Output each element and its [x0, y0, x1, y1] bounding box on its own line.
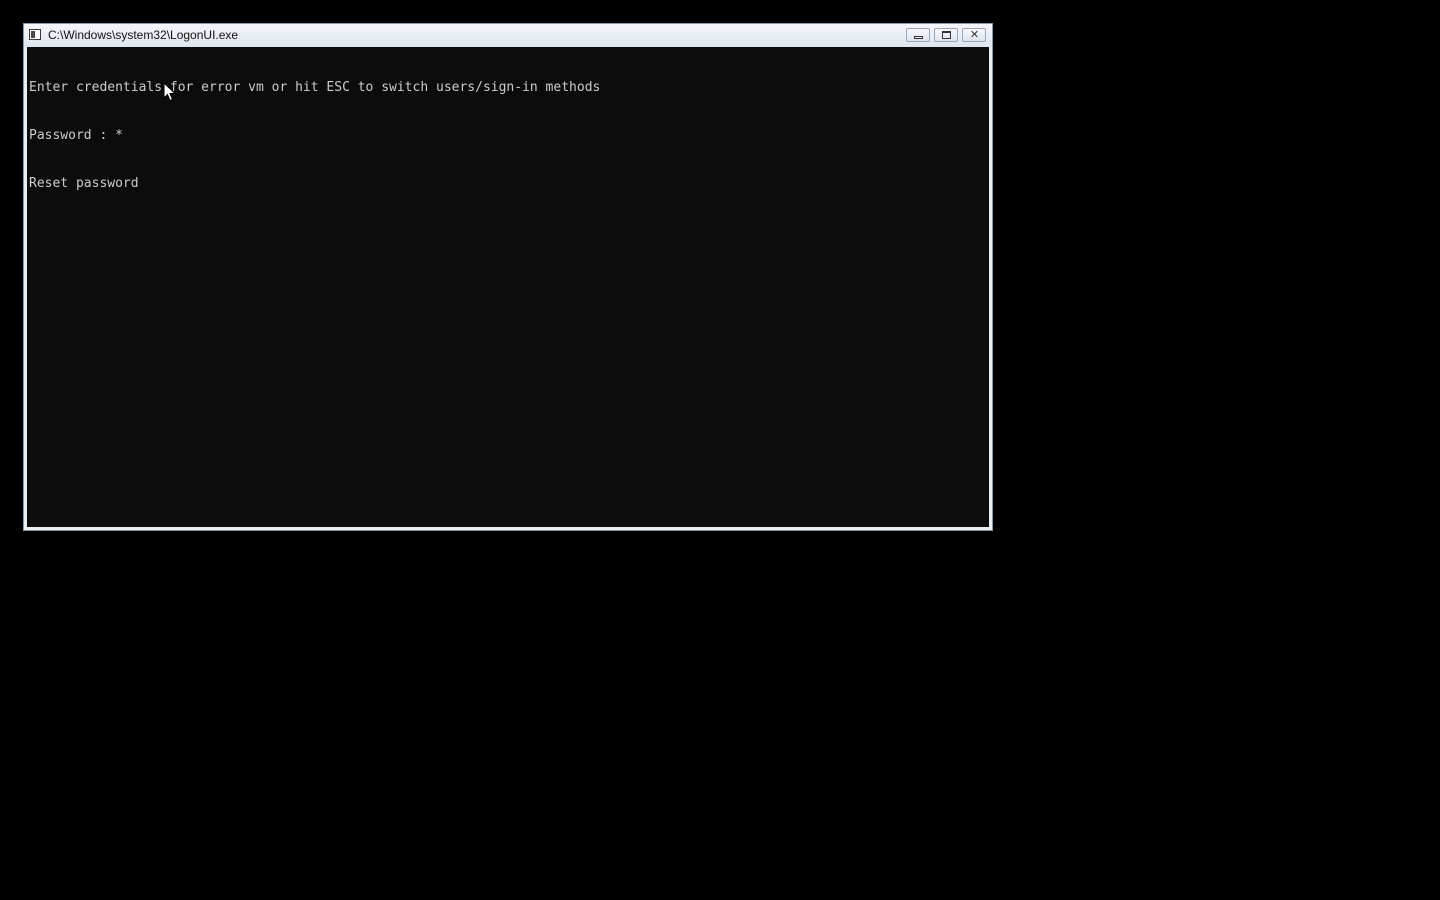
console-output[interactable]: Enter credentials for error vm or hit ES…	[27, 47, 989, 527]
minimize-icon	[914, 36, 923, 39]
minimize-button[interactable]	[906, 28, 930, 42]
mouse-pointer-icon	[163, 82, 177, 102]
console-app-icon[interactable]	[29, 29, 41, 40]
maximize-icon	[942, 31, 951, 39]
close-icon: ✕	[969, 28, 980, 41]
window-title: C:\Windows\system32\LogonUI.exe	[48, 28, 239, 42]
title-bar[interactable]: C:\Windows\system32\LogonUI.exe ✕	[24, 24, 992, 47]
password-line[interactable]: Password : *	[29, 128, 987, 144]
close-button[interactable]: ✕	[962, 28, 986, 42]
maximize-button[interactable]	[934, 28, 958, 42]
reset-password-line[interactable]: Reset password	[29, 176, 987, 192]
